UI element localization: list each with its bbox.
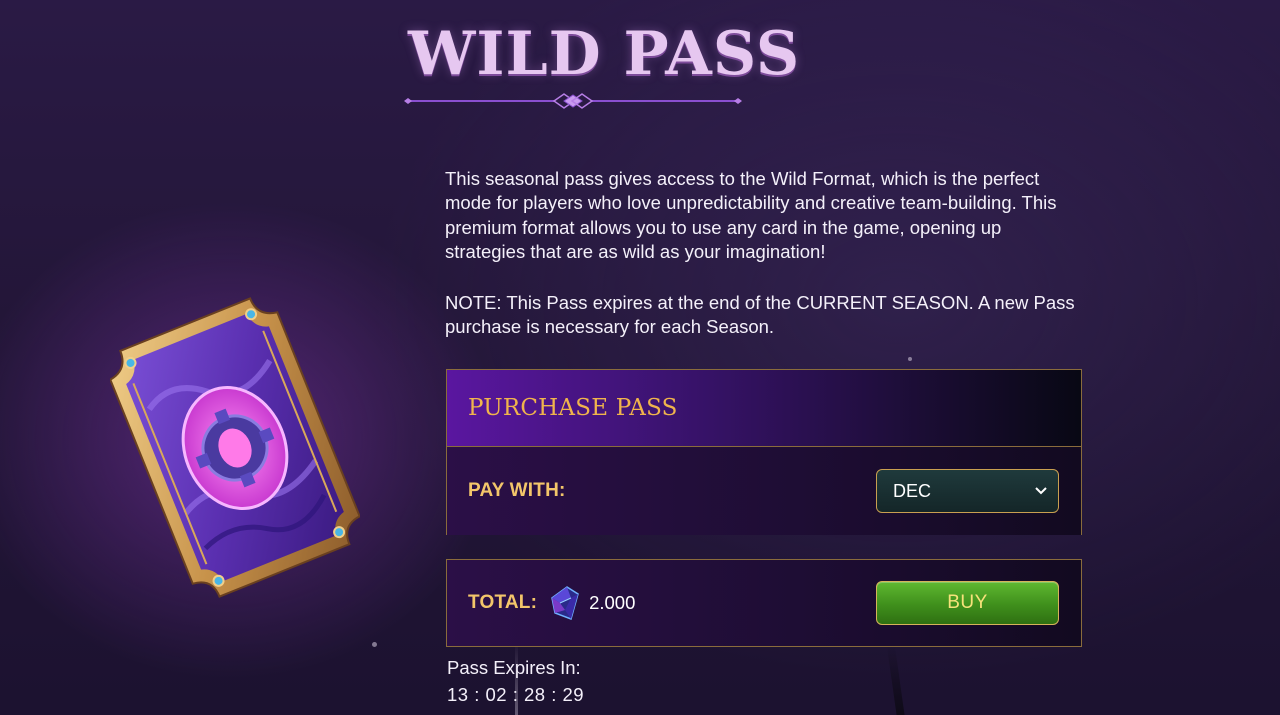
total-summary: TOTAL: 2.000 [468,586,635,620]
total-panel: TOTAL: 2.000 BUY [446,559,1082,647]
title-divider-ornament [404,93,742,109]
pay-with-row: PAY WITH: DEC [447,447,1081,535]
crystal-gem-icon [551,586,579,620]
background-shadow-streak [886,645,906,715]
purchase-pass-panel: PURCHASE PASS PAY WITH: DEC [446,369,1082,535]
buy-button-label: BUY [947,592,988,613]
background-sparkle [908,357,912,361]
total-label: TOTAL: [468,592,538,613]
background-sparkle [372,642,377,647]
page-title: WILD PASS [408,19,801,89]
pass-expiry-note: NOTE: This Pass expires at the end of th… [445,292,1075,338]
buy-button[interactable]: BUY [876,581,1059,625]
total-amount: 2.000 [589,592,636,613]
pass-expires-label: Pass Expires In: [447,657,581,678]
pass-expires-countdown: 13 : 02 : 28 : 29 [447,684,585,705]
purchase-pass-header: PURCHASE PASS [447,370,1081,447]
purchase-pass-title: PURCHASE PASS [468,395,678,421]
chevron-down-icon [1035,487,1047,495]
pass-description: This seasonal pass gives access to the W… [445,168,1057,262]
pay-with-label: PAY WITH: [468,480,566,501]
wild-pass-ticket-illustration [110,297,360,598]
currency-select-value: DEC [893,480,932,501]
currency-select[interactable]: DEC [876,469,1059,513]
